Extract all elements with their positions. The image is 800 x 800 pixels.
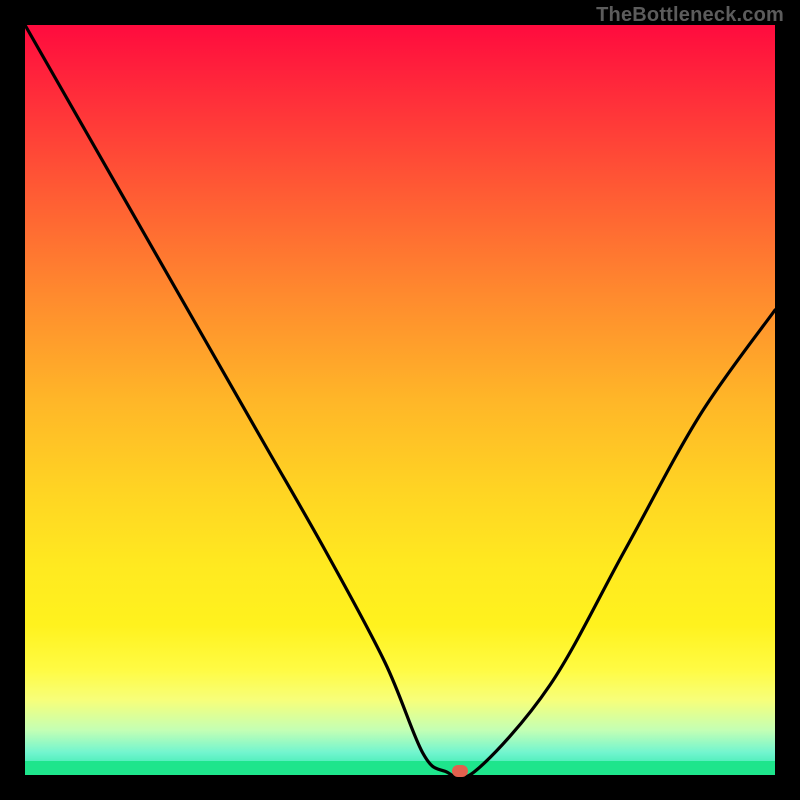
optimal-point-marker [452,765,468,777]
plot-area [25,25,775,775]
chart-stage: TheBottleneck.com [0,0,800,800]
watermark-text: TheBottleneck.com [596,4,784,27]
curve-svg [25,25,775,775]
bottleneck-curve-path [25,25,775,778]
